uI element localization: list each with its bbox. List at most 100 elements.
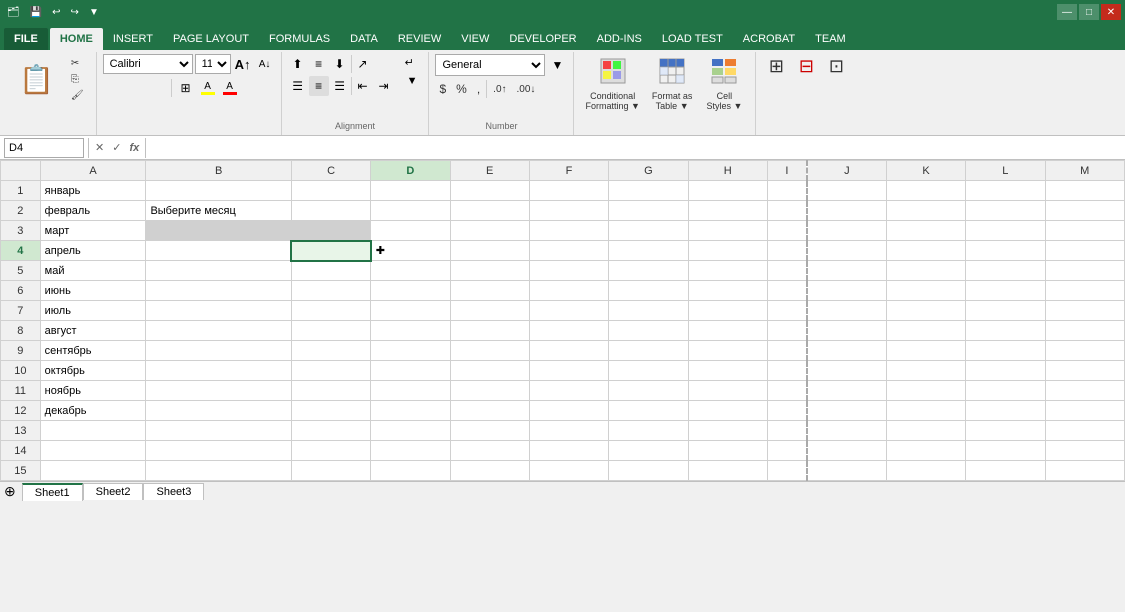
cell[interactable] — [688, 241, 767, 261]
cell[interactable] — [807, 421, 886, 441]
cell[interactable] — [609, 361, 688, 381]
tab-developer[interactable]: DEVELOPER — [499, 28, 586, 50]
cell[interactable] — [688, 321, 767, 341]
row-header-7[interactable]: 7 — [1, 301, 41, 321]
cell[interactable] — [886, 401, 965, 421]
col-header-C[interactable]: C — [291, 161, 370, 181]
cell[interactable] — [1045, 221, 1125, 241]
cell[interactable] — [886, 281, 965, 301]
row-header-14[interactable]: 14 — [1, 441, 41, 461]
cell[interactable] — [291, 461, 370, 481]
save-icon[interactable]: 💾 — [27, 6, 45, 19]
cell[interactable] — [886, 241, 965, 261]
cell[interactable] — [450, 301, 529, 321]
cell[interactable] — [291, 441, 370, 461]
cell[interactable] — [529, 441, 608, 461]
cell[interactable] — [807, 321, 886, 341]
cell[interactable] — [146, 261, 291, 281]
cell[interactable] — [1045, 361, 1125, 381]
add-sheet-button[interactable]: ⊕ — [4, 483, 16, 500]
cell[interactable] — [529, 461, 608, 481]
align-left-button[interactable]: ☰ — [288, 76, 308, 96]
cell[interactable] — [40, 461, 146, 481]
cell[interactable] — [767, 281, 807, 301]
cell[interactable] — [1045, 461, 1125, 481]
cell[interactable] — [1045, 381, 1125, 401]
cell[interactable]: март — [40, 221, 146, 241]
cell[interactable] — [291, 281, 370, 301]
cell[interactable] — [767, 361, 807, 381]
cell[interactable] — [1045, 401, 1125, 421]
cell[interactable] — [146, 241, 291, 261]
merge-center-button[interactable]: ▼ — [400, 73, 423, 89]
italic-button[interactable] — [125, 78, 145, 98]
increase-decimal-button[interactable]: .0↑ — [489, 82, 510, 97]
cell[interactable] — [807, 221, 886, 241]
cell[interactable] — [609, 381, 688, 401]
cell[interactable] — [807, 201, 886, 221]
decrease-decimal-button[interactable]: .00↓ — [513, 82, 540, 97]
row-header-15[interactable]: 15 — [1, 461, 41, 481]
cell[interactable] — [291, 181, 370, 201]
cell[interactable]: июнь — [40, 281, 146, 301]
cell[interactable] — [688, 401, 767, 421]
increase-font-button[interactable]: A↑ — [233, 54, 253, 74]
cell[interactable] — [886, 221, 965, 241]
cell[interactable] — [609, 221, 688, 241]
cell[interactable] — [529, 341, 608, 361]
cell[interactable]: февраль — [40, 201, 146, 221]
cell[interactable] — [966, 261, 1045, 281]
cell[interactable] — [291, 421, 370, 441]
cell[interactable] — [371, 361, 450, 381]
cell[interactable] — [1045, 281, 1125, 301]
cell[interactable] — [146, 181, 291, 201]
col-header-A[interactable]: A — [40, 161, 146, 181]
cell[interactable]: октябрь — [40, 361, 146, 381]
cell[interactable] — [807, 461, 886, 481]
cell[interactable] — [371, 341, 450, 361]
row-header-2[interactable]: 2 — [1, 201, 41, 221]
cell[interactable] — [767, 321, 807, 341]
col-header-H[interactable]: H — [688, 161, 767, 181]
cell[interactable] — [966, 281, 1045, 301]
row-header-12[interactable]: 12 — [1, 401, 41, 421]
cell[interactable] — [450, 461, 529, 481]
cell[interactable] — [966, 221, 1045, 241]
cell[interactable] — [450, 321, 529, 341]
cell[interactable] — [688, 341, 767, 361]
fill-color-button[interactable]: A — [198, 78, 218, 98]
cell[interactable] — [966, 441, 1045, 461]
cell[interactable] — [450, 201, 529, 221]
cell[interactable] — [450, 341, 529, 361]
cell[interactable] — [291, 261, 370, 281]
cell[interactable] — [529, 261, 608, 281]
cell[interactable] — [1045, 441, 1125, 461]
sheet-tab-sheet1[interactable]: Sheet1 — [22, 483, 83, 501]
cell[interactable] — [291, 201, 370, 221]
cell[interactable] — [886, 261, 965, 281]
undo-icon[interactable]: ↩ — [49, 6, 63, 19]
align-right-button[interactable]: ☰ — [330, 76, 350, 96]
cell[interactable] — [767, 341, 807, 361]
cell[interactable] — [609, 321, 688, 341]
cell[interactable] — [767, 241, 807, 261]
cell[interactable] — [609, 301, 688, 321]
cancel-formula-button[interactable]: ✕ — [93, 139, 106, 156]
cell[interactable] — [450, 361, 529, 381]
row-header-8[interactable]: 8 — [1, 321, 41, 341]
cell[interactable] — [807, 441, 886, 461]
cell[interactable] — [146, 381, 291, 401]
cell[interactable] — [966, 341, 1045, 361]
cell[interactable] — [807, 241, 886, 261]
align-top-button[interactable]: ⬆ — [288, 54, 308, 74]
maximize-button[interactable]: □ — [1079, 4, 1099, 20]
col-header-I[interactable]: I — [767, 161, 807, 181]
cell[interactable] — [529, 201, 608, 221]
tab-team[interactable]: TEAM — [805, 28, 856, 50]
cell[interactable] — [1045, 341, 1125, 361]
tab-insert[interactable]: INSERT — [103, 28, 163, 50]
name-box[interactable] — [4, 138, 84, 158]
row-header-10[interactable]: 10 — [1, 361, 41, 381]
insert-button[interactable]: ⊞ — [762, 54, 790, 79]
cell[interactable] — [688, 461, 767, 481]
